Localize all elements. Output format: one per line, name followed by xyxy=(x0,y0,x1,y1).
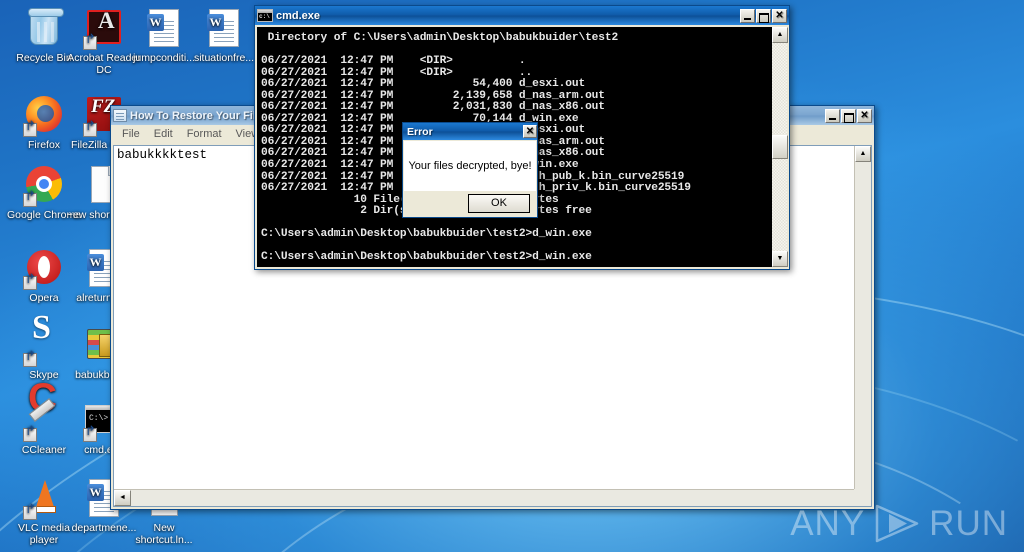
error-dialog-titlebar[interactable]: Error ✕ xyxy=(403,123,537,140)
cmd-scroll-down-arrow[interactable]: ▼ xyxy=(772,251,788,267)
word-document-icon-art: W xyxy=(209,9,239,47)
cmd-close-button[interactable]: ✕ xyxy=(772,9,787,23)
cmd-scroll-up-arrow[interactable]: ▲ xyxy=(772,27,788,43)
error-dialog-button-area: OK xyxy=(404,191,536,216)
firefox-icon xyxy=(23,95,65,137)
notepad-maximize-button[interactable] xyxy=(841,109,856,123)
ccleaner-icon xyxy=(23,400,65,442)
vlc-media-player-icon-art xyxy=(34,480,56,513)
notepad-horizontal-scrollbar[interactable]: ◄ ► xyxy=(114,489,871,506)
menu-item-edit[interactable]: Edit xyxy=(147,127,180,141)
cmd-title: cmd.exe xyxy=(276,10,740,22)
desktop-icon-label: New shortcut.ln... xyxy=(126,523,202,546)
cmd-titlebar[interactable]: cmd.exe ✕ xyxy=(255,6,789,25)
google-chrome-icon xyxy=(23,165,65,207)
watermark-text-right: RUN xyxy=(929,504,1008,544)
cmd-scroll-thumb[interactable] xyxy=(772,135,788,159)
error-dialog-title: Error xyxy=(407,126,523,138)
shortcut-overlay-icon xyxy=(23,123,37,137)
menu-item-format[interactable]: Format xyxy=(180,127,229,141)
recycle-bin-icon-art xyxy=(30,11,58,45)
word-logo-icon: W xyxy=(147,14,164,31)
word-document-icon: W xyxy=(143,8,185,50)
cmd-vertical-scrollbar[interactable]: ▲ ▼ xyxy=(771,27,787,267)
opera-icon xyxy=(23,248,65,290)
skype-icon xyxy=(23,325,65,367)
cmd-window-buttons: ✕ xyxy=(740,9,789,23)
notepad-close-button[interactable]: ✕ xyxy=(857,109,872,123)
shortcut-overlay-icon xyxy=(83,123,97,137)
error-dialog-ok-button[interactable]: OK xyxy=(468,194,530,213)
word-logo-icon: W xyxy=(207,14,224,31)
acrobat-reader-icon xyxy=(83,8,125,50)
desktop[interactable]: Recycle BinAcrobat Reader DCWjumpconditi… xyxy=(0,0,1024,552)
cmd-minimize-button[interactable] xyxy=(740,9,755,23)
recycle-bin-icon xyxy=(23,8,65,50)
shortcut-overlay-icon xyxy=(23,506,37,520)
notepad-window-buttons: ✕ xyxy=(825,109,874,123)
shortcut-overlay-icon xyxy=(23,193,37,207)
notepad-icon xyxy=(113,109,127,122)
shortcut-overlay-icon xyxy=(83,428,97,442)
error-dialog-message-area: Your files decrypted, bye! xyxy=(404,141,536,191)
shortcut-overlay-icon xyxy=(23,353,37,367)
play-triangle-icon xyxy=(874,503,920,544)
word-document-icon-art: W xyxy=(149,9,179,47)
error-dialog-close-button[interactable]: ✕ xyxy=(523,125,537,138)
word-logo-icon: W xyxy=(87,254,104,271)
menu-item-file[interactable]: File xyxy=(115,127,147,141)
cmd-maximize-button[interactable] xyxy=(756,9,771,23)
notepad-scroll-left-arrow[interactable]: ◄ xyxy=(114,490,131,506)
desktop-icon[interactable]: Wsituationfre... xyxy=(186,8,262,65)
notepad-minimize-button[interactable] xyxy=(825,109,840,123)
anyrun-watermark: ANY RUN xyxy=(790,503,1008,544)
shortcut-overlay-icon xyxy=(83,36,97,50)
watermark-text-left: ANY xyxy=(790,504,865,544)
error-dialog-message: Your files decrypted, bye! xyxy=(408,160,531,172)
word-logo-icon: W xyxy=(87,484,104,501)
shortcut-overlay-icon xyxy=(23,276,37,290)
shortcut-overlay-icon xyxy=(23,428,37,442)
vlc-media-player-icon xyxy=(23,478,65,520)
desktop-icon-label: situationfre... xyxy=(186,53,262,65)
notepad-scroll-up-arrow[interactable]: ▲ xyxy=(855,146,871,162)
cmd-exe-icon xyxy=(257,9,273,22)
error-dialog[interactable]: Error ✕ Your files decrypted, bye! OK xyxy=(402,122,538,218)
word-document-icon: W xyxy=(203,8,245,50)
notepad-vertical-scrollbar[interactable]: ▲ xyxy=(854,146,871,489)
